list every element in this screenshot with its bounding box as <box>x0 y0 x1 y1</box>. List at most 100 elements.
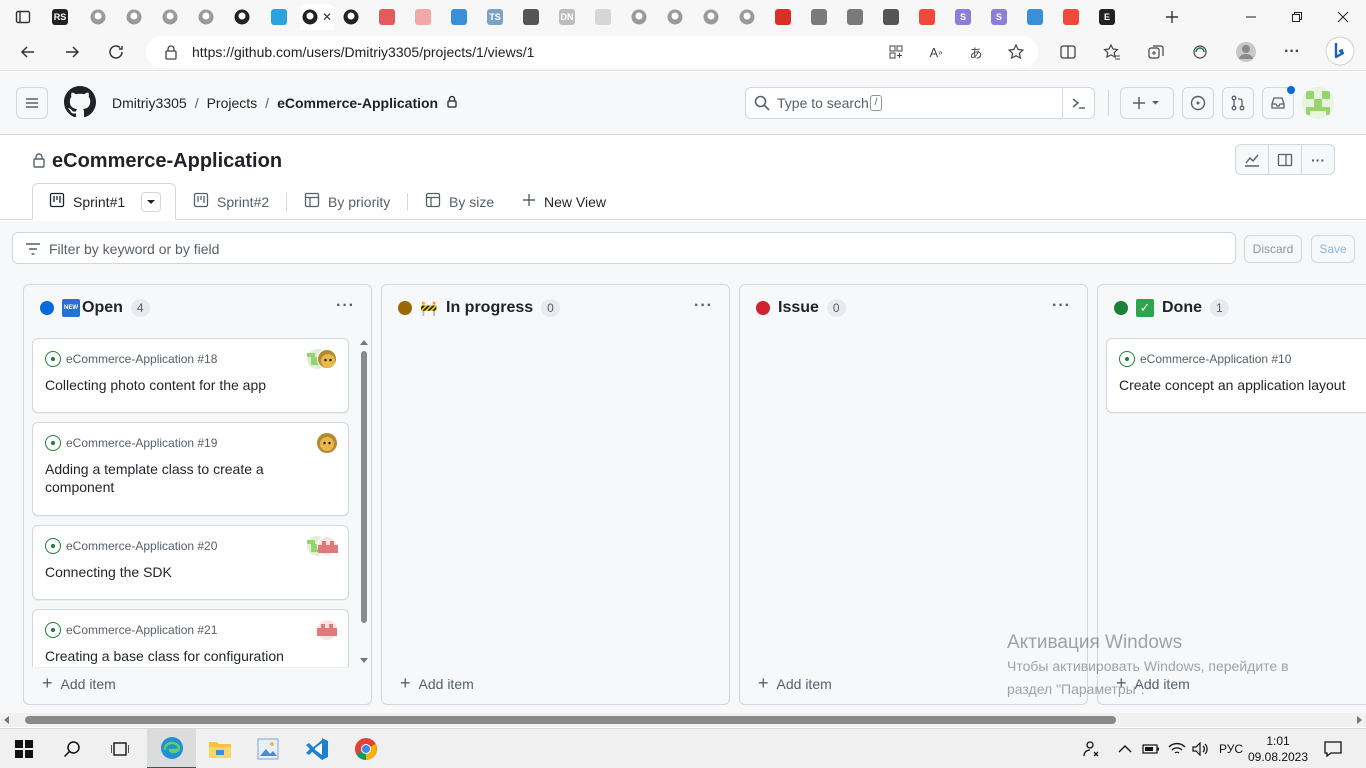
collections-icon[interactable] <box>1144 40 1168 64</box>
command-palette-icon[interactable] <box>1072 96 1086 113</box>
browser-tab[interactable] <box>696 4 726 30</box>
browser-tab[interactable] <box>336 4 366 30</box>
browser-tab[interactable]: S <box>948 4 978 30</box>
people-icon[interactable] <box>1082 729 1100 768</box>
new-view-button[interactable]: New View <box>522 183 606 220</box>
url-text[interactable]: https://github.com/users/Dmitriy3305/pro… <box>192 44 534 60</box>
wifi-icon[interactable] <box>1168 729 1186 768</box>
card-ref[interactable]: eCommerce-Application #19 <box>66 436 217 450</box>
card-title[interactable]: Adding a template class to create a comp… <box>45 460 290 496</box>
global-search-input[interactable]: Type to search / <box>745 87 1095 119</box>
assignee-avatar[interactable] <box>317 349 337 369</box>
browser-tab[interactable] <box>83 4 113 30</box>
bing-copilot-icon[interactable] <box>1324 35 1356 67</box>
close-tab-icon[interactable]: ✕ <box>322 10 332 24</box>
extensions-icon[interactable] <box>1188 40 1212 64</box>
forward-button[interactable] <box>56 36 88 68</box>
browser-tab[interactable] <box>660 4 690 30</box>
split-screen-icon[interactable] <box>1056 40 1080 64</box>
column-menu-icon[interactable]: ··· <box>336 297 355 315</box>
breadcrumb-projects[interactable]: Projects <box>207 95 258 111</box>
browser-tab[interactable] <box>119 4 149 30</box>
browser-tab[interactable]: RS <box>45 4 75 30</box>
hamburger-menu-icon[interactable] <box>16 87 48 119</box>
browser-tab[interactable]: E <box>1092 4 1122 30</box>
browser-tab[interactable]: S <box>984 4 1014 30</box>
assignee-avatar[interactable] <box>317 536 338 556</box>
close-window-button[interactable] <box>1320 0 1366 33</box>
browser-tab[interactable] <box>732 4 762 30</box>
photos-app-icon[interactable] <box>244 729 292 768</box>
browser-tab[interactable] <box>155 4 185 30</box>
browser-tab[interactable]: TS <box>480 4 510 30</box>
browser-tab[interactable] <box>588 4 618 30</box>
breadcrumb-owner[interactable]: Dmitriy3305 <box>112 95 187 111</box>
vscode-icon[interactable] <box>293 729 341 768</box>
view-tab-by-priority[interactable]: By priority <box>304 183 390 220</box>
card-title[interactable]: Collecting photo content for the app <box>45 376 295 394</box>
card-issue-20[interactable]: eCommerce-Application #20 Connecting the… <box>32 525 349 600</box>
browser-tab[interactable] <box>227 4 257 30</box>
view-tab-by-size[interactable]: By size <box>425 183 494 220</box>
browser-tab[interactable] <box>372 4 402 30</box>
battery-icon[interactable] <box>1142 729 1160 768</box>
add-item-button[interactable]: + Add item <box>758 673 832 694</box>
search-icon[interactable] <box>48 729 96 768</box>
user-avatar[interactable] <box>1302 87 1334 119</box>
browser-tab[interactable] <box>516 4 546 30</box>
show-hidden-icons-chevron-icon[interactable] <box>1118 729 1132 768</box>
notifications-icon[interactable] <box>1324 729 1342 768</box>
chrome-icon[interactable] <box>342 729 390 768</box>
add-item-button[interactable]: + Add item <box>42 673 116 694</box>
browser-tab[interactable] <box>1056 4 1086 30</box>
favorite-star-icon[interactable] <box>1004 40 1028 64</box>
browser-tab[interactable] <box>840 4 870 30</box>
start-button[interactable] <box>0 729 48 768</box>
card-title[interactable]: Creating a base class for configuration <box>45 647 295 665</box>
browser-tab[interactable] <box>1020 4 1050 30</box>
lock-icon[interactable] <box>164 44 178 63</box>
view-tab-sprint1[interactable]: Sprint#1 <box>32 183 176 220</box>
card-ref[interactable]: eCommerce-Application #18 <box>66 352 217 366</box>
assignee-avatar[interactable] <box>317 433 337 453</box>
address-bar[interactable]: https://github.com/users/Dmitriy3305/pro… <box>146 36 1038 68</box>
tab-actions-icon[interactable] <box>8 4 38 30</box>
column-menu-icon[interactable]: ··· <box>694 297 713 315</box>
browser-tab[interactable] <box>804 4 834 30</box>
card-ref[interactable]: eCommerce-Application #20 <box>66 539 217 553</box>
add-item-button[interactable]: + Add item <box>400 673 474 694</box>
card-ref[interactable]: eCommerce-Application #21 <box>66 623 217 637</box>
favorites-icon[interactable] <box>1100 40 1124 64</box>
browser-tab[interactable]: DN <box>552 4 582 30</box>
save-button[interactable]: Save <box>1311 235 1355 263</box>
discard-button[interactable]: Discard <box>1244 235 1302 263</box>
github-logo-icon[interactable] <box>64 86 96 121</box>
view-tab-sprint2[interactable]: Sprint#2 <box>193 183 269 220</box>
more-options-icon[interactable]: ··· <box>1301 144 1335 175</box>
settings-more-icon[interactable]: ··· <box>1280 40 1304 64</box>
back-button[interactable] <box>12 36 44 68</box>
browser-tab[interactable] <box>191 4 221 30</box>
pull-requests-icon[interactable] <box>1222 87 1254 119</box>
board-horizontal-scrollbar[interactable] <box>0 713 1366 727</box>
read-aloud-icon[interactable]: A» <box>924 40 948 64</box>
browser-tab[interactable] <box>408 4 438 30</box>
card-title[interactable]: Create concept an application layout <box>1119 376 1366 394</box>
browser-tab[interactable] <box>912 4 942 30</box>
new-tab-button[interactable] <box>1157 4 1187 30</box>
issues-icon[interactable] <box>1182 87 1214 119</box>
browser-tab[interactable] <box>876 4 906 30</box>
browser-tab[interactable] <box>444 4 474 30</box>
card-issue-10[interactable]: eCommerce-Application #10 Create concept… <box>1106 338 1366 413</box>
language-indicator[interactable]: РУС <box>1219 729 1243 768</box>
task-view-icon[interactable] <box>96 729 144 768</box>
side-panel-icon[interactable] <box>1268 144 1302 175</box>
card-title[interactable]: Connecting the SDK <box>45 563 295 581</box>
card-issue-21[interactable]: eCommerce-Application #21 Creating a bas… <box>32 609 349 667</box>
column-scrollbar[interactable] <box>359 337 369 667</box>
volume-icon[interactable] <box>1192 729 1210 768</box>
refresh-button[interactable] <box>100 36 132 68</box>
browser-tab[interactable] <box>768 4 798 30</box>
restore-button[interactable] <box>1274 0 1320 33</box>
view-options-chevron-icon[interactable] <box>141 191 162 212</box>
